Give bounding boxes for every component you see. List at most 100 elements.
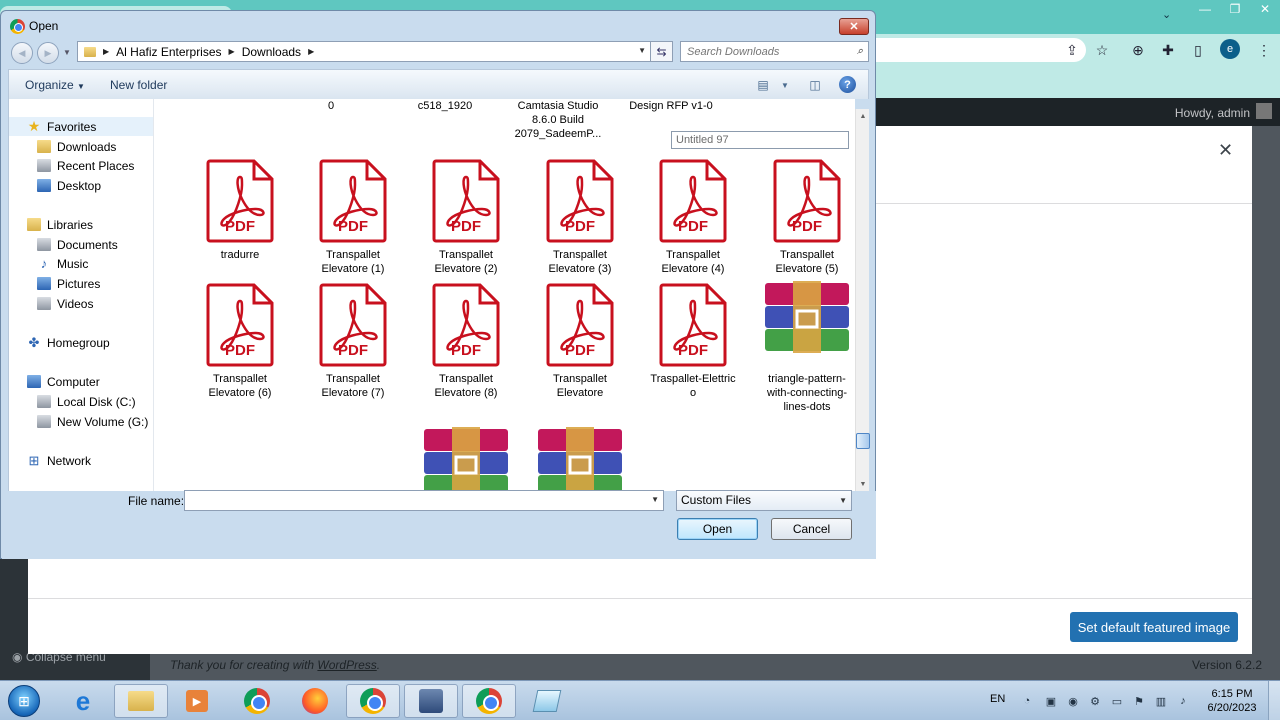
tray-display-icon[interactable]: ▭ (1110, 694, 1124, 708)
file-label: Transpallet (779, 249, 834, 261)
list-item[interactable]: c518_1920 (389, 99, 501, 113)
tray-app-icon[interactable]: ▣ (1044, 694, 1058, 708)
nav-computer[interactable]: Computer (27, 372, 100, 391)
winrar-archive-icon (763, 281, 851, 353)
history-dropdown-icon[interactable]: ▼ (63, 48, 71, 57)
taskbar-app[interactable] (404, 684, 458, 718)
cancel-button[interactable]: Cancel (771, 518, 852, 540)
nav-desktop[interactable]: Desktop (37, 176, 101, 195)
scroll-down-icon[interactable]: ▼ (857, 477, 869, 491)
modal-close-icon[interactable]: ✕ (1218, 140, 1233, 161)
file-type-select[interactable]: Custom Files ▼ (676, 490, 852, 511)
network-tray-icon[interactable]: ▥ (1154, 694, 1168, 708)
dialog-close-button[interactable]: ✕ (839, 18, 869, 35)
taskbar-firefox[interactable] (288, 684, 342, 718)
taskbar-media[interactable]: ▶ (170, 684, 224, 718)
taskbar-chrome[interactable] (230, 684, 284, 718)
scroll-thumb[interactable] (856, 433, 870, 449)
breadcrumb-arrow-icon[interactable]: ▶ (103, 47, 109, 56)
downloads-folder-icon (37, 140, 51, 153)
nav-new-volume[interactable]: New Volume (G:) (37, 412, 148, 431)
howdy-text[interactable]: Howdy, admin (1175, 106, 1250, 120)
set-default-featured-image-button[interactable]: Set default featured image (1070, 612, 1238, 642)
nav-homegroup[interactable]: ✤ Homegroup (27, 333, 110, 352)
list-item[interactable]: 0 (275, 99, 387, 113)
star-icon[interactable]: ☆ (1092, 40, 1112, 60)
grid-icon[interactable]: ⊕ (1128, 40, 1148, 60)
taskbar-chrome-2[interactable] (346, 684, 400, 718)
file-label: Elevatore (556, 387, 604, 399)
language-indicator[interactable]: EN (990, 693, 1005, 705)
breadcrumb-al-hafiz[interactable]: Al Hafiz Enterprises (116, 45, 221, 59)
libraries-icon (27, 218, 41, 231)
forward-button[interactable]: ▶ (37, 42, 59, 64)
extension-icon[interactable]: ✚ (1158, 40, 1178, 60)
profile-avatar[interactable]: e (1220, 39, 1240, 59)
clock-tray-icon[interactable]: ◔ (1020, 694, 1034, 708)
nav-favorites[interactable]: ★ Favorites (9, 117, 153, 136)
back-button[interactable]: ◀ (11, 42, 33, 64)
close-icon[interactable]: ✕ (1250, 0, 1280, 18)
start-button[interactable]: ⊞ (4, 683, 44, 719)
tray-tool-icon[interactable]: ⚙ (1088, 694, 1102, 708)
nav-recent-places[interactable]: Recent Places (37, 156, 134, 175)
pdf-file-icon: PDF (206, 159, 274, 243)
nav-documents[interactable]: Documents (37, 235, 118, 254)
minimize-icon[interactable]: — (1190, 0, 1220, 18)
search-downloads-box[interactable]: ⌕ (680, 41, 869, 62)
taskbar-clock[interactable]: 6:15 PM 6/20/2023 (1200, 687, 1264, 715)
taskbar-chrome-3[interactable] (462, 684, 516, 718)
menu-icon[interactable]: ⋮ (1254, 40, 1274, 60)
nav-downloads[interactable]: Downloads (37, 137, 116, 156)
nav-music[interactable]: ♪ Music (37, 254, 89, 273)
tab-search-chevron-icon[interactable]: ⌄ (1162, 8, 1171, 21)
breadcrumb-arrow-icon[interactable]: ▶ (229, 47, 235, 56)
view-icon[interactable]: ▤ (754, 77, 772, 93)
list-item[interactable]: Design RFP v1-0 (615, 99, 727, 113)
view-dropdown-icon[interactable]: ▼ (776, 77, 794, 93)
svg-text:PDF: PDF (565, 218, 595, 235)
list-item[interactable]: Camtasia Studio 8.6.0 Build 2079_SadeemP… (502, 99, 614, 141)
svg-text:PDF: PDF (451, 218, 481, 235)
nav-videos[interactable]: Videos (37, 294, 93, 313)
flag-icon[interactable]: ⚑ (1132, 694, 1146, 708)
nav-network[interactable]: ⊞ Network (27, 451, 91, 470)
svg-text:PDF: PDF (225, 342, 255, 359)
taskbar-explorer[interactable] (114, 684, 168, 718)
sidebar-icon[interactable]: ▯ (1188, 40, 1208, 60)
search-input[interactable] (687, 45, 847, 58)
pdf-file-icon: PDF (546, 283, 614, 367)
preview-pane-icon[interactable]: ◫ (806, 77, 824, 93)
file-name-field[interactable]: ▼ (184, 490, 664, 511)
nav-local-disk[interactable]: Local Disk (C:) (37, 392, 136, 411)
dialog-address-bar[interactable]: ▶ Al Hafiz Enterprises ▶ Downloads ▶ ▼ (77, 41, 651, 62)
show-desktop-button[interactable] (1268, 681, 1280, 720)
open-button[interactable]: Open (677, 518, 758, 540)
scroll-up-icon[interactable]: ▲ (857, 109, 869, 123)
winrar-archive-icon[interactable] (422, 427, 510, 491)
vertical-scrollbar[interactable]: ▲ ▼ (855, 109, 870, 491)
address-dropdown-icon[interactable]: ▼ (638, 46, 646, 55)
new-folder-button[interactable]: New folder (110, 78, 167, 92)
file-name-input[interactable] (185, 491, 641, 510)
refresh-icon[interactable]: ⇆ (651, 41, 673, 62)
admin-avatar[interactable] (1256, 103, 1272, 119)
restore-icon[interactable]: ❐ (1220, 0, 1250, 18)
share-icon[interactable]: ⇪ (1062, 40, 1082, 60)
chrome-tray-icon[interactable]: ◉ (1066, 694, 1080, 708)
taskbar-ie[interactable]: e (56, 684, 110, 718)
chrome-icon (360, 688, 386, 714)
volume-icon[interactable]: ♪ (1176, 694, 1190, 708)
organize-menu[interactable]: Organize ▼ (25, 78, 85, 92)
taskbar-notepad[interactable] (520, 684, 574, 718)
search-icon[interactable]: ⌕ (857, 45, 863, 58)
breadcrumb-arrow-icon[interactable]: ▶ (308, 47, 314, 56)
help-icon[interactable]: ? (839, 76, 856, 93)
nav-pictures[interactable]: Pictures (37, 274, 100, 293)
wordpress-link[interactable]: WordPress (317, 658, 376, 672)
winrar-archive-icon[interactable] (536, 427, 624, 491)
address-bar[interactable] (876, 38, 1086, 62)
nav-libraries[interactable]: Libraries (27, 215, 93, 234)
chevron-down-icon[interactable]: ▼ (651, 495, 659, 504)
breadcrumb-downloads[interactable]: Downloads (242, 45, 301, 59)
